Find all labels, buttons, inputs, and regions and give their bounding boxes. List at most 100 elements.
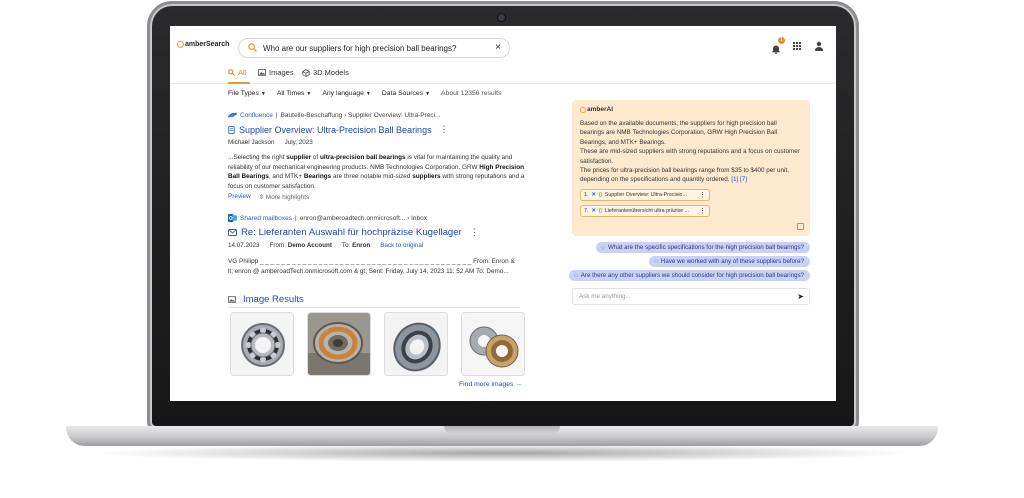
- laptop-shadow: [90, 444, 914, 462]
- tab-3d-models[interactable]: 3D Models: [302, 68, 349, 77]
- image-icon: [228, 296, 236, 303]
- result-snippet: VG Philipp _ _ _ _ _ _ _ _ _ _ _ _ _ _ _…: [228, 258, 515, 275]
- ai-brand: amberAI: [580, 106, 802, 113]
- document-icon: ▯: [598, 191, 602, 198]
- result-to: To: Enron: [341, 242, 371, 249]
- image-thumbnails: [230, 312, 525, 376]
- preview-link[interactable]: Preview: [228, 193, 251, 201]
- active-tab-indicator: [228, 82, 250, 84]
- more-options-icon[interactable]: ⋮: [470, 227, 479, 238]
- tab-images[interactable]: Images: [258, 68, 294, 77]
- bell-icon: [772, 45, 780, 54]
- suggested-question[interactable]: ◌ Are there any other suppliers we should…: [569, 270, 810, 281]
- send-icon[interactable]: ➤: [797, 292, 804, 301]
- filter-file-types[interactable]: File Types ▼: [228, 90, 266, 97]
- search-result: Shared mailboxes | enron@amberoadtech.on…: [228, 214, 528, 276]
- result-source: Shared mailboxes | enron@amberoadtech.on…: [228, 214, 528, 222]
- ball-bearing-icon: [308, 313, 370, 375]
- chevron-down-icon: ▼: [260, 91, 266, 97]
- chat-bubble-icon: ◌: [574, 272, 578, 279]
- ai-answer-text: Based on the available documents, the su…: [580, 120, 800, 184]
- result-from: From: Demo Account: [269, 242, 332, 249]
- more-options-icon: ⋮: [699, 207, 706, 215]
- bearing-image-4[interactable]: [461, 312, 525, 376]
- divider: [228, 307, 520, 308]
- confluence-icon: [228, 112, 237, 118]
- more-options-icon[interactable]: ⋮: [440, 124, 449, 135]
- result-author: Michael Jackson: [228, 139, 275, 146]
- image-results-heading: Image Results: [228, 294, 304, 305]
- cube-icon: [302, 68, 310, 77]
- result-title-row: Re: Lieferanten Auswahl für hochpräzise …: [228, 227, 528, 238]
- notification-badge: 1: [778, 37, 785, 44]
- result-title-row: Supplier Overview: Ultra-Precision Ball …: [228, 124, 528, 135]
- result-path: enron@amberoadtech.onmicrosoft... › Inbo…: [299, 214, 428, 222]
- app-screen: amberSearch Who are our suppliers for hi…: [170, 26, 836, 401]
- app-header: amberSearch Who are our suppliers for hi…: [170, 26, 836, 62]
- ai-answer-panel: amberAI Based on the available documents…: [572, 100, 810, 236]
- chat-bubble-icon: ◌: [654, 258, 658, 265]
- search-icon: [248, 43, 257, 52]
- tab-all[interactable]: All: [228, 68, 246, 77]
- more-options-icon: ⋮: [699, 191, 706, 199]
- chat-bubble-icon: ◌: [601, 244, 605, 251]
- result-title-link[interactable]: Re: Lieferanten Auswahl für hochpräzise …: [241, 227, 462, 238]
- filter-all-times[interactable]: All Times ▼: [277, 90, 312, 97]
- apps-grid-icon[interactable]: [793, 41, 802, 51]
- source-name[interactable]: Shared mailboxes: [240, 215, 292, 222]
- result-meta: Michael Jackson July, 2023: [228, 139, 528, 146]
- find-more-images-link[interactable]: Find more images →: [459, 381, 522, 388]
- back-to-original-link[interactable]: Back to original: [380, 242, 423, 249]
- bearing-image-2[interactable]: [307, 312, 371, 376]
- notifications-button[interactable]: 1: [771, 37, 785, 54]
- confluence-icon: ✕: [591, 207, 596, 214]
- answer-references[interactable]: [1] [7]: [731, 176, 747, 183]
- amber-logo-icon: [580, 106, 586, 113]
- bearing-image-3[interactable]: [384, 312, 448, 376]
- result-date: July, 2023: [284, 139, 313, 146]
- ball-bearing-icon: [385, 313, 447, 375]
- result-source: Confluence | Bauteile-Beschaffung › Supp…: [228, 111, 528, 119]
- filter-language[interactable]: Any language ▼: [322, 90, 371, 97]
- ball-bearing-icon: [231, 313, 293, 375]
- document-icon: [228, 125, 235, 134]
- suggested-question[interactable]: ◌ What are the specific specifications fo…: [596, 242, 810, 253]
- laptop-notch: [444, 426, 560, 434]
- chevron-down-icon: ▼: [365, 91, 371, 97]
- result-count: About 12356 results: [441, 90, 502, 97]
- more-highlights-link[interactable]: ⇕ More highlights: [259, 193, 309, 201]
- mail-icon: [228, 229, 237, 236]
- ask-input[interactable]: Ask me anything... ➤: [572, 288, 810, 305]
- ball-bearing-icon: [462, 313, 524, 375]
- brand-logo[interactable]: amberSearch: [177, 41, 229, 48]
- filter-bar: File Types ▼ All Times ▼ Any language ▼ Dat…: [228, 90, 501, 97]
- expand-icon: ⇕: [258, 194, 265, 202]
- laptop-base: [66, 426, 938, 446]
- search-input[interactable]: Who are our suppliers for high precision…: [238, 38, 510, 58]
- result-snippet: ...Selecting the right supplier of ultra…: [228, 154, 525, 190]
- reference-chip[interactable]: 7. ✕ ▯ Lieferantenübersicht ultra präzis…: [580, 204, 710, 217]
- filter-data-sources[interactable]: Data Sources ▼: [382, 90, 430, 97]
- camera: [498, 14, 505, 21]
- document-icon: ▯: [598, 207, 602, 214]
- reference-chip[interactable]: 1. ✕ ▯ Supplier Overview: Ultra-Precisio…: [580, 188, 710, 201]
- source-name[interactable]: Confluence: [240, 112, 273, 119]
- ask-placeholder: Ask me anything...: [579, 293, 631, 300]
- laptop-lid: amberSearch Who are our suppliers for hi…: [150, 4, 856, 428]
- result-date: 14.07.2023: [228, 242, 260, 249]
- header-icons: 1: [771, 37, 824, 54]
- copy-icon[interactable]: [797, 223, 804, 230]
- image-icon: [258, 69, 266, 76]
- outlook-icon: [228, 214, 237, 222]
- result-tabs: All Images 3D Models: [170, 62, 836, 84]
- close-icon[interactable]: ×: [495, 42, 501, 53]
- result-title-link[interactable]: Supplier Overview: Ultra-Precision Ball …: [239, 125, 432, 135]
- suggested-question[interactable]: ◌ Have we worked with any of these suppli…: [649, 256, 810, 267]
- user-avatar-icon[interactable]: [814, 41, 824, 51]
- result-meta: 14.07.2023 From: Demo Account To: Enron …: [228, 242, 528, 249]
- result-actions: Preview ⇕ More highlights: [228, 193, 528, 201]
- chevron-down-icon: ▼: [306, 91, 312, 97]
- chevron-down-icon: ▼: [425, 91, 431, 97]
- search-icon: [228, 69, 235, 76]
- bearing-image-1[interactable]: [230, 312, 294, 376]
